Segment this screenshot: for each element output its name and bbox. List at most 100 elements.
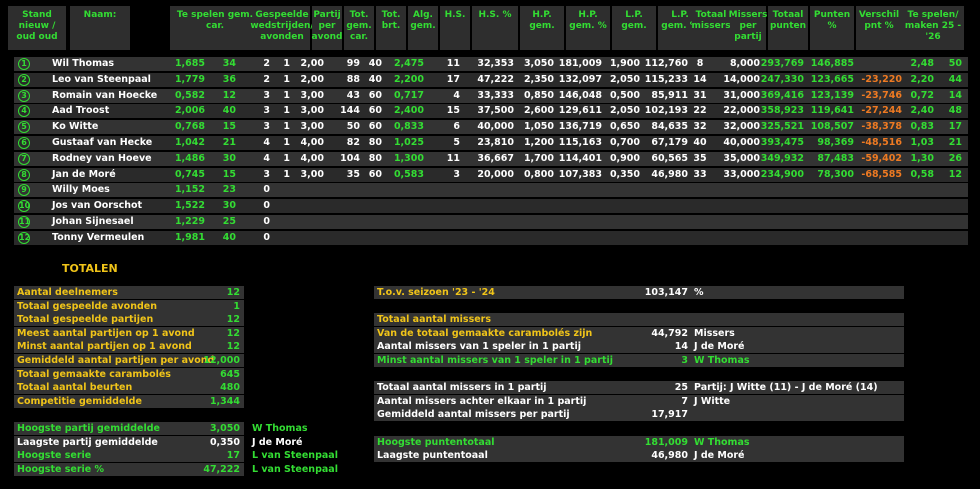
cell-vers: -23,746 xyxy=(861,89,902,101)
cell-av: 1 xyxy=(283,105,290,117)
cell-gem: 1,229 xyxy=(174,216,205,227)
cell-ts xyxy=(900,183,934,197)
cell-gem: 0,582 xyxy=(174,89,205,101)
cell-lp: 0,500 xyxy=(609,89,640,101)
cell-vers xyxy=(854,215,902,229)
cell-hp: 0,800 xyxy=(523,168,554,180)
cell-pnt xyxy=(754,199,804,213)
cell-miss xyxy=(688,199,712,213)
cell-miss xyxy=(688,183,712,197)
cell-hp xyxy=(516,231,554,245)
cell-totcar: 82 xyxy=(346,137,360,148)
cell-name: Johan Sijnesael xyxy=(52,216,134,227)
cell-hp: 1,200 xyxy=(523,137,554,148)
cell-pnt: 247,330 xyxy=(760,73,804,85)
player-row[interactable]: 12 Tonny Vermeulen 1,981 40 0 xyxy=(14,230,968,245)
cell-pntpct: 123,665 xyxy=(810,73,854,85)
player-row[interactable]: 1 Wil Thomas 1,685 34 2 1 2,00 99 40 2,475 11 32,35… xyxy=(14,57,968,71)
cell-vers xyxy=(854,183,902,197)
header-lp: L.P. gem. xyxy=(612,6,656,50)
cell-pntpct: 108,507 xyxy=(810,121,854,133)
cell-totcar: 144 xyxy=(340,105,360,117)
cell-hppct xyxy=(556,215,602,229)
cell-wed: 3 xyxy=(263,168,270,180)
cell-hppct: 115,163 xyxy=(558,137,602,148)
stat-label: Totaal aantal missers in 1 partij xyxy=(377,382,547,394)
cell-ppa: 3,00 xyxy=(300,89,324,101)
cell-alg: 1,025 xyxy=(393,137,424,148)
cell-hp: 3,050 xyxy=(523,58,554,69)
cell-pntpct: 87,483 xyxy=(817,152,854,164)
stat-value: 47,222 xyxy=(203,463,240,475)
cell-av xyxy=(280,199,290,213)
cell-tm xyxy=(940,183,962,197)
cell-av: 1 xyxy=(283,89,290,101)
cell-ts: 1,30 xyxy=(910,152,934,164)
stat-extra: % xyxy=(694,287,704,298)
header-naam: Naam: xyxy=(70,6,130,50)
cell-brt: 80 xyxy=(368,152,382,164)
cell-pntpct xyxy=(804,215,854,229)
stat-value xyxy=(628,300,688,313)
player-row[interactable]: 10 Jos van Oorschot 1,522 30 0 xyxy=(14,199,968,214)
cell-pnt: 358,923 xyxy=(760,105,804,117)
player-row[interactable]: 4 Aad Troost 2,006 40 3 1 3,00 144 60 2,400 15 37,5… xyxy=(14,104,968,119)
cell-lppct: 46,980 xyxy=(651,168,688,180)
rank-badge: 10 xyxy=(18,200,31,213)
cell-lp: 0,900 xyxy=(609,152,640,164)
header-verschil: Verschil pnt % xyxy=(856,6,902,50)
stat-value: 12 xyxy=(226,327,240,339)
cell-ts: 2,48 xyxy=(910,58,934,69)
stat-value: 103,147 xyxy=(644,287,688,298)
cell-pnt xyxy=(754,215,804,229)
header-missers_per: Missers per partij xyxy=(729,6,767,50)
stat-label: Laagste partij gemiddelde xyxy=(17,436,158,448)
stat-label: Gemiddeld aantal missers per partij xyxy=(377,409,570,421)
cell-car: 15 xyxy=(222,121,236,133)
cell-car: 15 xyxy=(222,168,236,180)
cell-hs: 11 xyxy=(446,152,460,164)
cell-gem: 0,768 xyxy=(174,121,205,133)
player-row[interactable]: 7 Rodney van Hoeve 1,486 30 4 1 4,00 104 80 1,300… xyxy=(14,151,968,166)
stat-value xyxy=(628,313,688,326)
cell-gem: 1,152 xyxy=(174,184,205,196)
cell-car: 40 xyxy=(222,231,236,243)
stat-label: Hoogste serie % xyxy=(17,463,105,475)
stat-label: Minst aantal missers van 1 speler in 1 p… xyxy=(377,355,614,366)
cell-ts: 0,83 xyxy=(910,121,934,133)
cell-hp: 2,600 xyxy=(523,105,554,117)
cell-miss: 33 xyxy=(693,168,707,180)
stat-value xyxy=(628,368,688,381)
cell-wed: 0 xyxy=(263,231,270,243)
player-row[interactable]: 3 Romain van Hoecke 0,582 12 3 1 3,00 43 60 0,717… xyxy=(14,88,968,103)
cell-hspct: 32,353 xyxy=(477,58,514,69)
cell-pntpct: 98,369 xyxy=(817,137,854,148)
cell-alg: 1,300 xyxy=(393,152,424,164)
cell-hppct xyxy=(556,199,602,213)
cell-lp xyxy=(602,231,640,245)
player-row[interactable]: 5 Ko Witte 0,768 15 3 1 3,00 50 60 0,833 6 40,000 1,… xyxy=(14,120,968,135)
cell-wed: 3 xyxy=(263,105,270,117)
stat-extra: Partij: J Witte (11) - J de Moré (14) xyxy=(694,382,878,394)
cell-pnt: 393,475 xyxy=(760,137,804,148)
stat-extra: J de Moré xyxy=(694,450,745,462)
player-row[interactable]: 9 Willy Moes 1,152 23 0 xyxy=(14,183,968,198)
player-row[interactable]: 6 Gustaaf van Hecke 1,042 21 4 1 4,00 82 80 1,025… xyxy=(14,136,968,150)
cell-gem: 2,006 xyxy=(174,105,205,117)
cell-alg: 2,200 xyxy=(393,73,424,85)
player-row[interactable]: 2 Leo van Steenpaal 1,779 36 2 1 2,00 88 40 2,200… xyxy=(14,72,968,87)
stat-value xyxy=(628,422,688,435)
cell-tm: 44 xyxy=(948,73,962,85)
cell-name: Ko Witte xyxy=(52,121,99,133)
cell-lp xyxy=(602,199,640,213)
cell-hspct: 47,222 xyxy=(477,73,514,85)
stat-value: 480 xyxy=(220,382,240,394)
cell-gem: 1,779 xyxy=(174,73,205,85)
player-row[interactable]: 11 Johan Sijnesael 1,229 25 0 xyxy=(14,215,968,229)
stat-label: Totaal gespeelde partijen xyxy=(17,314,154,326)
cell-pntpct: 123,139 xyxy=(810,89,854,101)
cell-car: 40 xyxy=(222,105,236,117)
cell-hppct: 132,097 xyxy=(558,73,602,85)
player-row[interactable]: 8 Jan de Moré 0,745 15 3 1 3,00 35 60 0,583 3 20,00… xyxy=(14,167,968,182)
cell-name: Leo van Steenpaal xyxy=(52,73,151,85)
